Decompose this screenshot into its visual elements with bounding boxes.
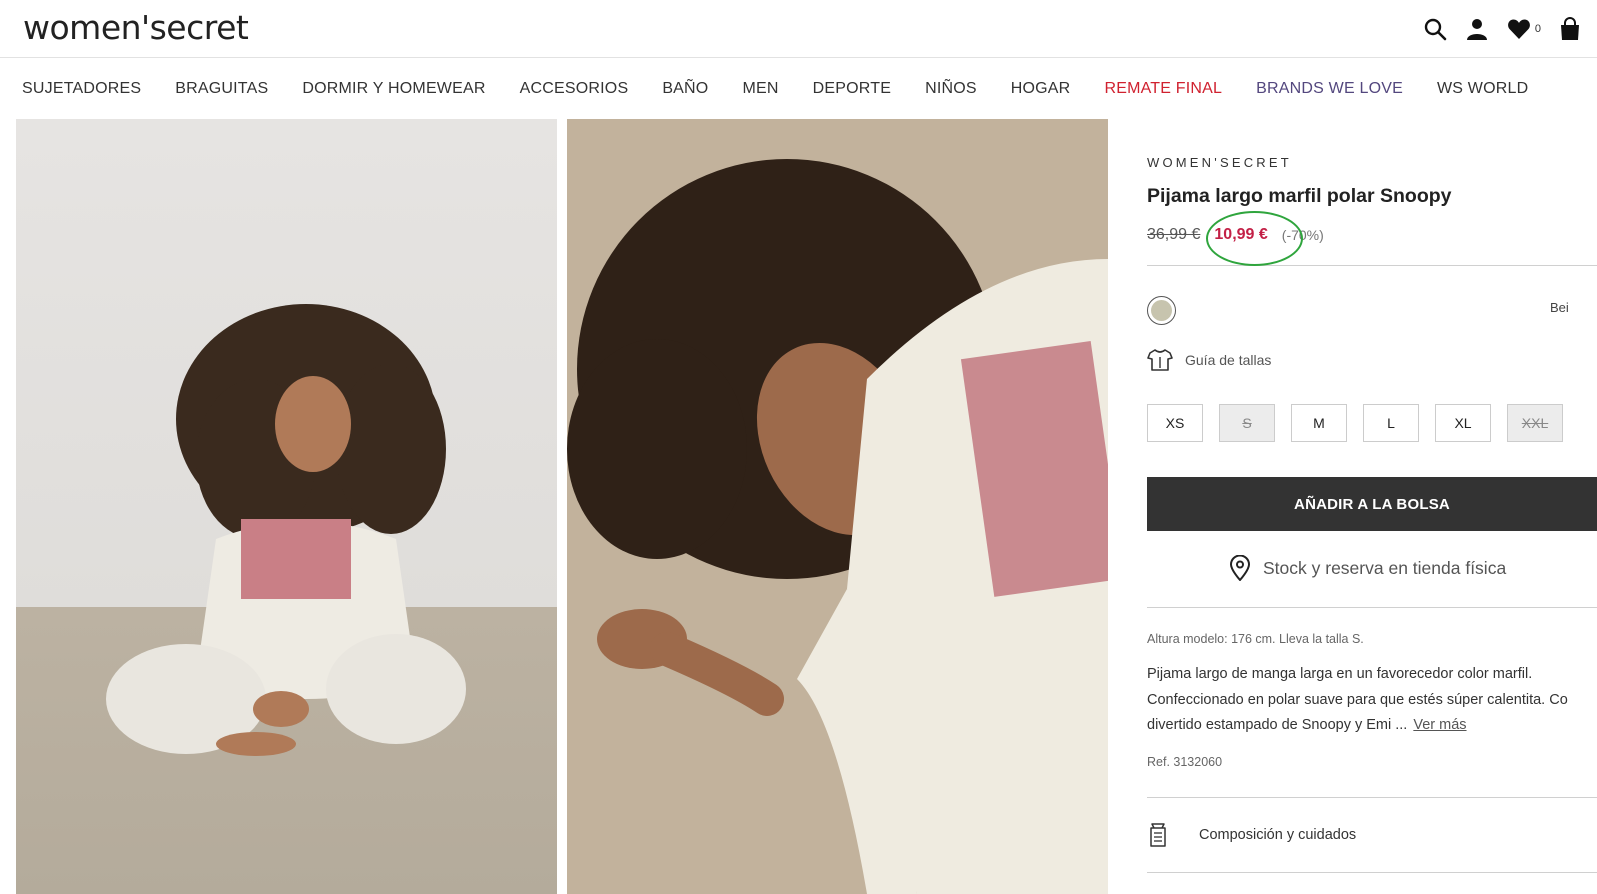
main-nav: SUJETADORES BRAGUITAS DORMIR Y HOMEWEAR … [0,59,1597,119]
product-info-panel: WOMEN'SECRET Pijama largo marfil polar S… [1147,119,1597,894]
composition-accordion[interactable]: Composición y cuidados [1147,822,1597,848]
product-description: Pijama largo de manga larga en un favore… [1147,662,1597,739]
old-price: 36,99 € [1147,226,1201,243]
divider [1147,797,1597,798]
nav-item-deporte[interactable]: DEPORTE [813,80,891,98]
site-header: women'secret 0 [0,0,1597,58]
nav-item-bano[interactable]: BAÑO [662,80,708,98]
size-option-xxl[interactable]: XXL [1507,404,1563,442]
size-option-xl[interactable]: XL [1435,404,1491,442]
nav-item-remate-final[interactable]: REMATE FINAL [1104,80,1222,98]
color-swatch-fill [1151,300,1172,321]
nav-item-brands-we-love[interactable]: BRANDS WE LOVE [1256,80,1403,98]
color-name: Bei [1550,300,1569,315]
shirt-icon [1147,349,1173,371]
favorites[interactable]: 0 [1506,16,1541,42]
store-stock-label: Stock y reserva en tienda física [1263,557,1507,578]
product-brand: WOMEN'SECRET [1147,155,1292,170]
see-more-link[interactable]: Ver más [1413,717,1466,733]
favorites-count: 0 [1534,23,1541,35]
description-line: Pijama largo de manga larga en un favore… [1147,666,1533,682]
size-guide-link[interactable]: Guía de tallas [1147,348,1271,372]
nav-item-braguitas[interactable]: BRAGUITAS [175,80,268,98]
size-option-xs[interactable]: XS [1147,404,1203,442]
product-image-1[interactable] [16,119,557,894]
product-reference: Ref. 3132060 [1147,755,1223,769]
product-title: Pijama largo marfil polar Snoopy [1147,185,1452,207]
size-option-l[interactable]: L [1363,404,1419,442]
divider [1147,872,1597,873]
nav-item-hogar[interactable]: HOGAR [1011,80,1071,98]
nav-item-sujetadores[interactable]: SUJETADORES [22,80,141,98]
site-logo[interactable]: women'secret [23,8,249,47]
composition-label: Composición y cuidados [1199,827,1357,843]
divider [1147,607,1597,608]
header-icons: 0 [1422,12,1597,46]
add-to-bag-button[interactable]: AÑADIR A LA BOLSA [1147,477,1597,531]
bag-icon[interactable] [1557,16,1583,42]
size-option-s[interactable]: S [1219,404,1275,442]
heart-icon[interactable] [1506,16,1532,42]
model-info: Altura modelo: 176 cm. Lleva la talla S. [1147,632,1364,646]
divider [1147,265,1597,266]
nav-item-ws-world[interactable]: WS WORLD [1437,80,1528,98]
description-line: Confeccionado en polar suave para que es… [1147,691,1568,708]
product-image-2[interactable] [567,119,1108,894]
size-option-m[interactable]: M [1291,404,1347,442]
nav-item-accesorios[interactable]: ACCESORIOS [520,80,629,98]
size-guide-label: Guía de tallas [1185,352,1272,368]
user-icon[interactable] [1464,16,1490,42]
nav-item-dormir-homewear[interactable]: DORMIR Y HOMEWEAR [302,80,485,98]
price-row: 36,99 € 10,99 € (-70%) [1147,223,1577,247]
description-line: divertido estampado de Snoopy y Emi ... [1147,717,1408,733]
location-pin-icon [1229,555,1251,581]
nav-item-ninos[interactable]: NIÑOS [925,80,977,98]
color-swatch[interactable] [1147,296,1176,325]
store-stock-link[interactable]: Stock y reserva en tienda física [1229,555,1506,581]
nav-item-men[interactable]: MEN [742,80,778,98]
search-icon[interactable] [1422,16,1448,42]
size-selector: XS S M L XL XXL [1147,404,1563,442]
discount-badge: (-70%) [1281,227,1324,243]
care-label-icon [1150,823,1166,847]
current-price: 10,99 € [1214,226,1268,243]
